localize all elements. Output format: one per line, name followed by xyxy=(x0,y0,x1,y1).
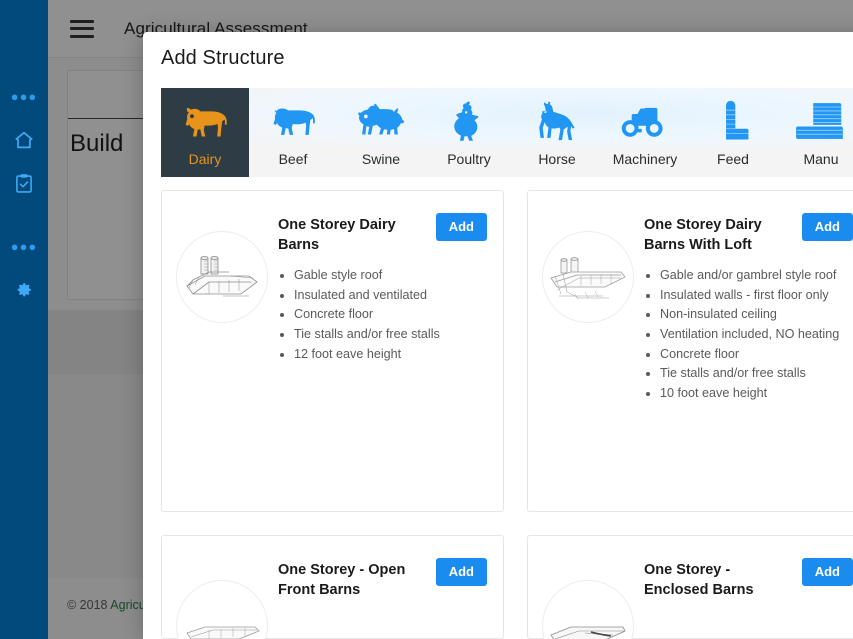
feature-item: Gable style roof xyxy=(294,267,487,283)
sidebar-item-settings[interactable] xyxy=(0,268,48,312)
feature-item: 10 foot eave height xyxy=(660,385,853,401)
sidebar-item-dots-top[interactable]: ●●● xyxy=(0,74,48,118)
feature-item: Gable and/or gambrel style roof xyxy=(660,267,853,283)
tab-machinery[interactable]: Machinery xyxy=(601,88,689,177)
hamburger-icon[interactable] xyxy=(70,19,94,38)
card-body: One Storey Dairy Barns Add Gable style r… xyxy=(278,209,487,365)
tab-label: Manu xyxy=(803,151,839,167)
sidebar-item-assessments[interactable] xyxy=(0,162,48,206)
card-body: One Storey - Open Front Barns Add xyxy=(278,554,487,600)
feature-item: Tie stalls and/or free stalls xyxy=(660,365,853,381)
open-front-barn-sketch-icon xyxy=(176,580,268,639)
tab-label: Poultry xyxy=(447,151,491,167)
tab-poultry[interactable]: Poultry xyxy=(425,88,513,177)
enclosed-barn-sketch-icon xyxy=(542,580,634,639)
tractor-icon xyxy=(621,97,669,145)
footer-brand-link[interactable]: Agricu xyxy=(110,598,145,612)
tab-manure[interactable]: Manu xyxy=(777,88,853,177)
tab-feed[interactable]: Feed xyxy=(689,88,777,177)
feature-item: Concrete floor xyxy=(660,346,853,362)
feature-item: Non-insulated ceiling xyxy=(660,306,853,322)
gear-icon xyxy=(14,280,34,300)
add-button[interactable]: Add xyxy=(435,213,487,242)
card-header: One Storey Dairy Barns With Loft Add xyxy=(644,213,853,255)
tab-beef[interactable]: Beef xyxy=(249,88,337,177)
tab-label: Horse xyxy=(538,151,576,167)
card-row: One Storey - Open Front Barns Add One St… xyxy=(161,535,853,639)
tab-label: Swine xyxy=(361,151,401,167)
clipboard-check-icon xyxy=(14,173,34,195)
feature-item: Ventilation included, NO heating xyxy=(660,326,853,342)
card-row: One Storey Dairy Barns Add Gable style r… xyxy=(161,190,853,512)
dots-icon: ●●● xyxy=(10,238,38,254)
structure-card[interactable]: One Storey - Enclosed Barns Add xyxy=(527,535,853,639)
card-feature-list: Gable and/or gambrel style roof Insulate… xyxy=(644,267,853,401)
cow-icon xyxy=(181,97,229,145)
beef-cow-icon xyxy=(269,97,317,145)
feature-item: Insulated and ventilated xyxy=(294,287,487,303)
sidebar-item-home[interactable] xyxy=(0,118,48,162)
feature-item: Concrete floor xyxy=(294,306,487,322)
card-header: One Storey Dairy Barns Add xyxy=(278,213,487,255)
footer-copyright-text: © 2018 xyxy=(67,598,111,612)
silo-icon xyxy=(716,97,750,145)
card-feature-list: Gable style roof Insulated and ventilate… xyxy=(278,267,487,362)
add-structure-modal: Add Structure Dairy Beef Swine Poultry H… xyxy=(143,32,853,639)
add-button[interactable]: Add xyxy=(801,558,853,587)
structure-card[interactable]: One Storey Dairy Barns Add Gable style r… xyxy=(161,190,504,512)
add-button[interactable]: Add xyxy=(435,558,487,587)
horse-icon xyxy=(534,97,580,145)
feature-item: Insulated walls - first floor only xyxy=(660,287,853,303)
feature-item: 12 foot eave height xyxy=(294,346,487,362)
home-icon xyxy=(13,129,35,151)
sidebar: ●●● ●●● xyxy=(0,0,48,639)
card-title: One Storey Dairy Barns xyxy=(278,217,396,253)
add-button[interactable]: Add xyxy=(801,213,853,242)
tab-label: Machinery xyxy=(612,151,678,167)
card-body: One Storey - Enclosed Barns Add xyxy=(644,554,853,600)
pig-icon xyxy=(356,97,406,145)
structure-category-tabs[interactable]: Dairy Beef Swine Poultry Horse Machinery… xyxy=(161,88,853,177)
card-title: One Storey Dairy Barns With Loft xyxy=(644,217,762,253)
card-title: One Storey - Enclosed Barns xyxy=(644,562,754,598)
feature-item: Tie stalls and/or free stalls xyxy=(294,326,487,342)
footer-copyright: © 2018 Agricu xyxy=(67,598,146,612)
structure-card[interactable]: One Storey Dairy Barns With Loft Add Gab… xyxy=(527,190,853,512)
modal-title: Add Structure xyxy=(161,47,285,69)
tab-label: Dairy xyxy=(188,151,222,167)
tab-label: Beef xyxy=(278,151,308,167)
manure-icon xyxy=(796,97,846,145)
card-title: One Storey - Open Front Barns xyxy=(278,562,406,598)
barn-sketch-icon xyxy=(176,231,268,323)
dots-icon: ●●● xyxy=(10,88,38,104)
card-header: One Storey - Enclosed Barns Add xyxy=(644,558,853,600)
structure-cards-grid: One Storey Dairy Barns Add Gable style r… xyxy=(161,190,853,639)
structure-card[interactable]: One Storey - Open Front Barns Add xyxy=(161,535,504,639)
tab-dairy[interactable]: Dairy xyxy=(161,88,249,177)
card-header: One Storey - Open Front Barns Add xyxy=(278,558,487,600)
tab-swine[interactable]: Swine xyxy=(337,88,425,177)
tab-label: Feed xyxy=(717,151,749,167)
tab-horse[interactable]: Horse xyxy=(513,88,601,177)
card-body: One Storey Dairy Barns With Loft Add Gab… xyxy=(644,209,853,404)
sidebar-item-dots-bottom[interactable]: ●●● xyxy=(0,224,48,268)
chicken-icon xyxy=(452,97,486,145)
barn-loft-sketch-icon xyxy=(542,231,634,323)
section-heading: Build xyxy=(70,130,124,157)
